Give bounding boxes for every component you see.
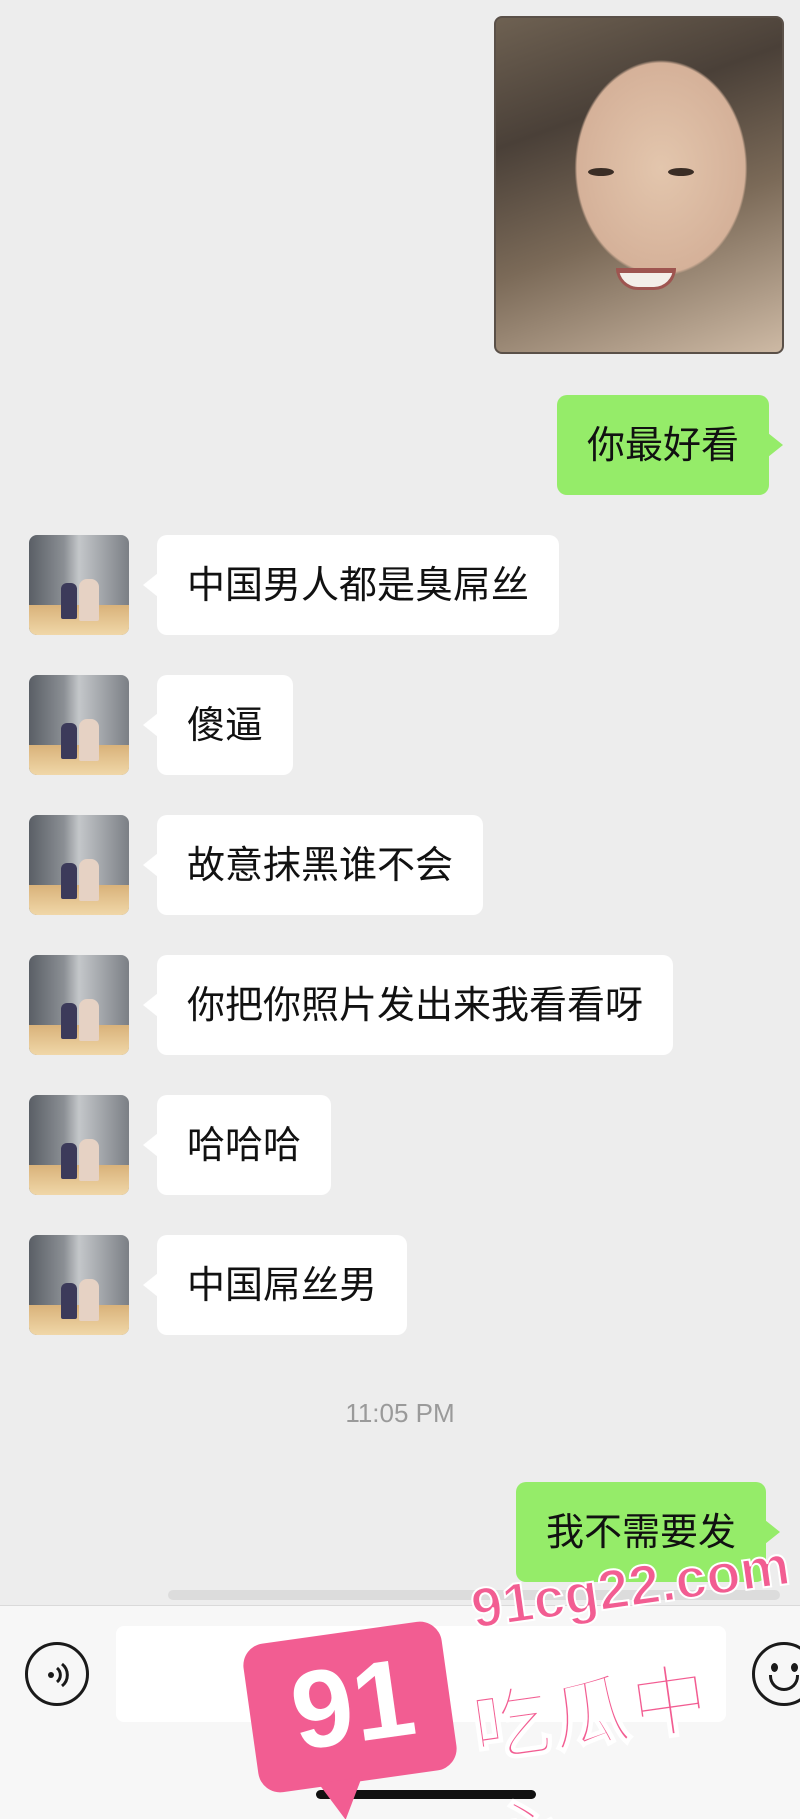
contact-avatar[interactable] [29, 1235, 129, 1335]
message-bubble-sent[interactable]: 你最好看 [557, 395, 784, 495]
input-bar [0, 1605, 800, 1819]
contact-avatar[interactable] [29, 955, 129, 1055]
sent-photo[interactable] [494, 16, 784, 354]
message-timestamp: 11:05 PM [345, 1398, 455, 1428]
voice-icon[interactable] [25, 1642, 89, 1706]
message-bubble-received[interactable]: 傻逼 [142, 675, 294, 775]
photo-eye-right [668, 168, 694, 176]
message-bubble-received[interactable]: 中国屌丝男 [142, 1235, 408, 1335]
contact-avatar[interactable] [29, 1095, 129, 1195]
message-input[interactable] [116, 1626, 726, 1722]
message-bubble-received[interactable]: 哈哈哈 [142, 1095, 332, 1195]
message-bubble-received[interactable]: 故意抹黑谁不会 [142, 815, 484, 915]
message-bubble-received[interactable]: 中国男人都是臭屌丝 [142, 535, 560, 635]
message-bubble-received[interactable]: 你把你照片发出来我看看呀 [142, 955, 674, 1055]
contact-avatar[interactable] [29, 535, 129, 635]
photo-eye-left [588, 168, 614, 176]
home-indicator [316, 1790, 536, 1799]
chat-area: 你最好看 中国男人都是臭屌丝 傻逼 故意抹黑谁不会 你把你照片发出来我看看呀 哈… [0, 0, 800, 1600]
scroll-shadow [168, 1590, 780, 1600]
message-bubble-sent[interactable]: 我不需要发 [516, 1482, 781, 1582]
photo-face [496, 18, 782, 352]
contact-avatar[interactable] [29, 675, 129, 775]
emoji-icon[interactable] [752, 1642, 800, 1706]
contact-avatar[interactable] [29, 815, 129, 915]
